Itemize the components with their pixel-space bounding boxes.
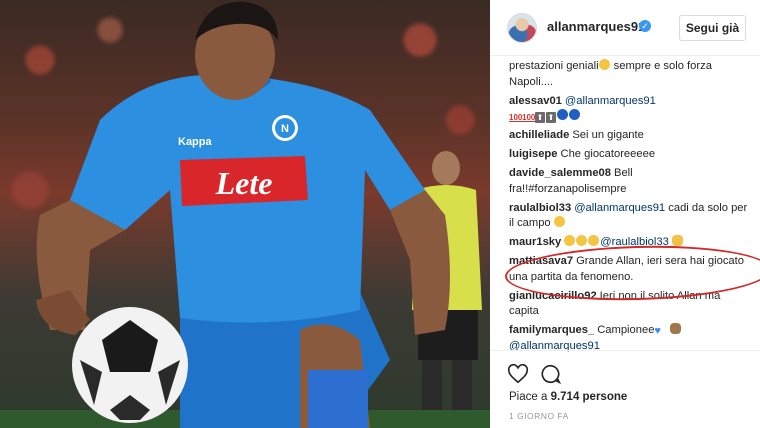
blue-circle-emoji-icon bbox=[557, 109, 568, 120]
comment-username[interactable]: luigisepe bbox=[509, 148, 558, 160]
raised-hands-emoji-icon bbox=[671, 235, 683, 246]
comment-list: prestazioni geniali sempre e solo forza … bbox=[504, 59, 760, 358]
follow-button[interactable]: Segui già bbox=[679, 15, 746, 41]
laughing-emoji-icon bbox=[564, 235, 576, 246]
likes-count[interactable]: Piace a 9.714 persone bbox=[509, 391, 627, 403]
comment-item: luigisepe Che giocatoreeeee bbox=[509, 147, 749, 163]
comment-mention[interactable]: @allanmarques91 bbox=[565, 95, 656, 107]
up-arrow-emoji-icon: ⬆ bbox=[535, 112, 545, 123]
laughing-emoji-icon bbox=[576, 235, 588, 246]
hundred-emoji-icon: 100 bbox=[509, 113, 523, 122]
player-figure: Lete Kappa N bbox=[36, 1, 450, 428]
blue-circle-emoji-icon bbox=[569, 109, 580, 120]
jersey-brand-text: Kappa bbox=[178, 136, 213, 148]
avatar[interactable] bbox=[507, 13, 537, 43]
comment-item: prestazioni geniali sempre e solo forza … bbox=[509, 59, 749, 90]
comment-item-highlighted: raulalbiol33 @allanmarques91 cadi da solo… bbox=[509, 201, 749, 232]
post-actions: Piace a 9.714 persone 1 GIORNO FA bbox=[490, 350, 760, 428]
post-username[interactable]: allanmarques91 bbox=[547, 19, 645, 34]
post-timestamp: 1 GIORNO FA bbox=[509, 411, 569, 421]
comment-username[interactable]: achilleliade bbox=[509, 129, 569, 141]
comment-mention[interactable]: @allanmarques91 bbox=[574, 202, 665, 214]
comment-item: davide_salemme08 Bell fra!!#forzanapolise… bbox=[509, 166, 749, 197]
comment-item: achilleliade Sei un gigante bbox=[509, 128, 749, 144]
comment-username[interactable]: davide_salemme08 bbox=[509, 167, 611, 179]
comment-bubble-icon[interactable] bbox=[540, 363, 562, 385]
verified-badge-icon: ✓ bbox=[639, 20, 651, 32]
comment-item: mattiasava7 Grande Allan, ieri sera hai g… bbox=[509, 254, 749, 285]
comment-text: Che giocatoreeeee bbox=[560, 148, 656, 160]
likes-number: 9.714 persone bbox=[550, 391, 628, 403]
comment-text: prestazioni geniali bbox=[509, 60, 599, 72]
comment-username[interactable]: raulalbiol33 bbox=[509, 202, 571, 214]
comment-item: maur1sky @raulalbiol33 bbox=[509, 235, 749, 251]
laughing-emoji-icon bbox=[588, 235, 600, 246]
svg-text:N: N bbox=[281, 123, 289, 135]
likes-prefix: Piace a bbox=[509, 391, 551, 403]
laughing-emoji-icon bbox=[553, 216, 565, 227]
comment-username[interactable]: maur1sky bbox=[509, 236, 561, 248]
comment-text: Campionee bbox=[597, 324, 655, 336]
comment-mention[interactable]: @raulalbiol33 bbox=[600, 236, 669, 248]
comment-username[interactable]: gianlucacirillo92 bbox=[509, 290, 597, 302]
up-arrow-emoji-icon: ⬆ bbox=[546, 112, 556, 123]
post-header: allanmarques91 ✓ Segui già bbox=[490, 0, 760, 56]
smiling-emoji-icon bbox=[598, 59, 610, 70]
jersey-sponsor-text: Lete bbox=[215, 165, 273, 201]
comment-item: alessav01 @allanmarques91 100100⬆ ⬆ bbox=[509, 94, 749, 125]
heart-like-icon[interactable] bbox=[507, 363, 529, 385]
comment-item: gianlucacirillo92 Ieri non il solito Alla… bbox=[509, 289, 749, 320]
post-photo[interactable]: Lete Kappa N bbox=[0, 0, 490, 428]
see-no-evil-monkey-emoji-icon bbox=[669, 323, 681, 334]
comment-username[interactable]: mattiasava7 bbox=[509, 255, 573, 267]
comment-text: Sei un gigante bbox=[572, 129, 644, 141]
blue-heart-emoji-icon: ♥ bbox=[654, 325, 661, 337]
comment-username[interactable]: alessav01 bbox=[509, 95, 562, 107]
comment-username[interactable]: familymarques_ bbox=[509, 324, 594, 336]
instagram-post-panel: allanmarques91 ✓ Segui già prestazioni g… bbox=[490, 0, 760, 428]
hundred-emoji-icon: 100 bbox=[522, 113, 536, 122]
